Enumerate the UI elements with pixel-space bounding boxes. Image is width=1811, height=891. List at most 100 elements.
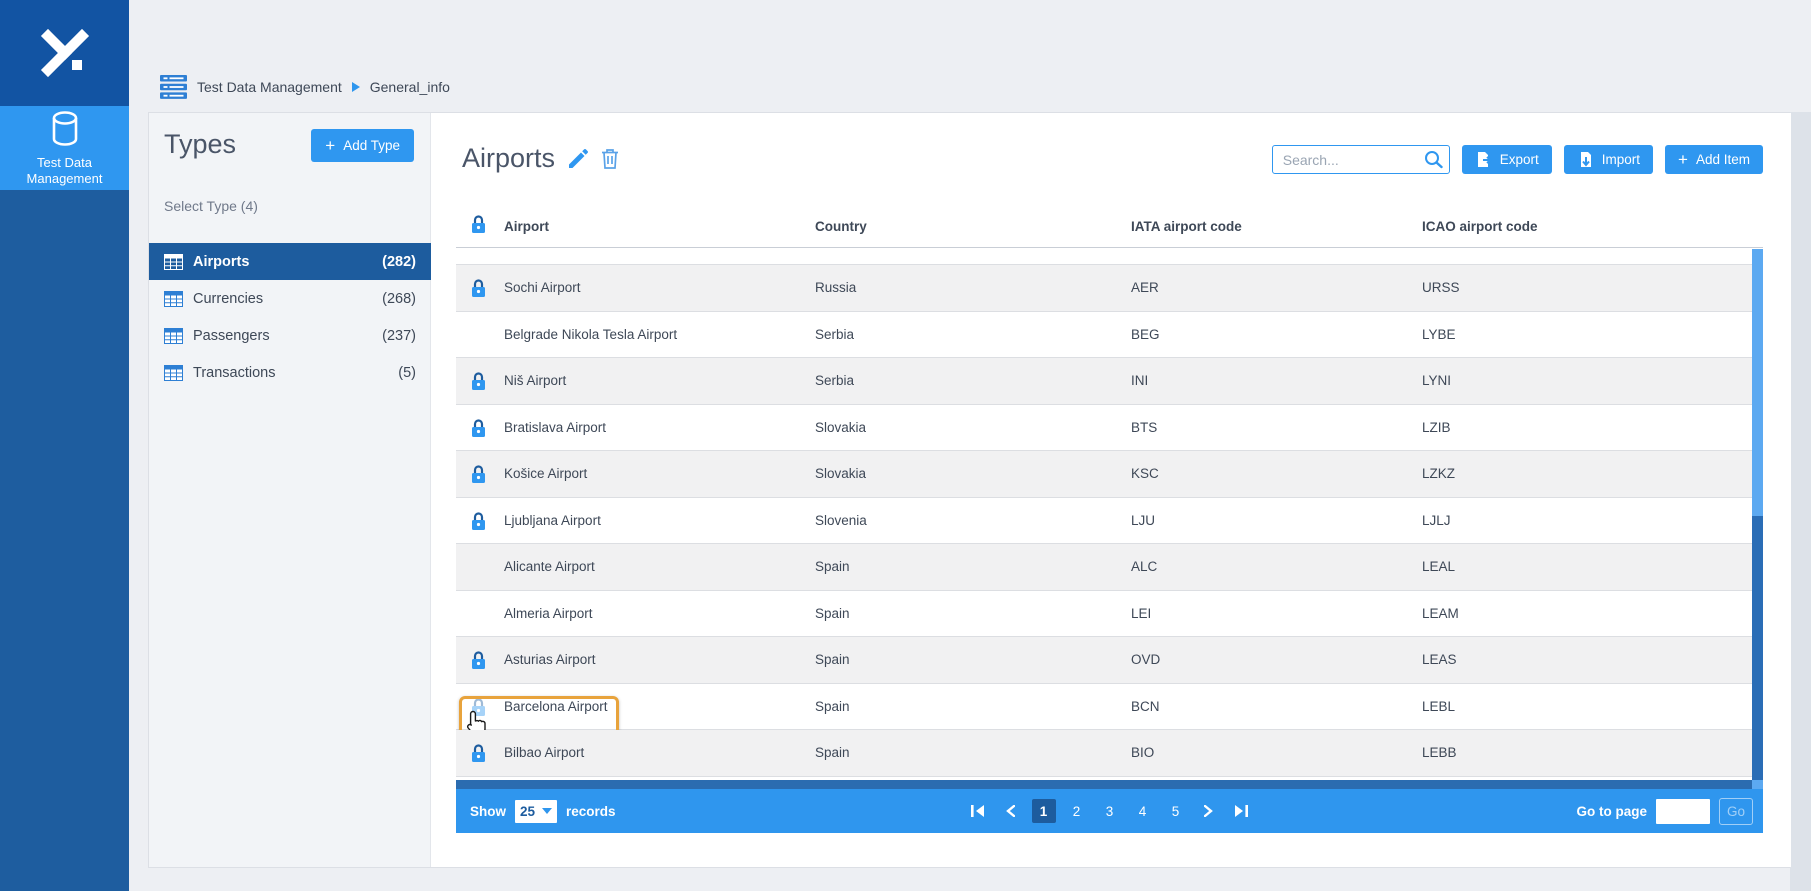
cell-icao: LEBL bbox=[1422, 699, 1455, 714]
sidebar-item-passengers[interactable]: Passengers(237) bbox=[149, 317, 431, 354]
delete-type-button[interactable] bbox=[601, 148, 619, 169]
col-header-iata[interactable]: IATA airport code bbox=[1131, 219, 1242, 234]
last-page-icon[interactable] bbox=[1230, 799, 1254, 823]
cell-iata: LJU bbox=[1131, 513, 1155, 528]
next-page-icon[interactable] bbox=[1197, 799, 1221, 823]
search-icon[interactable] bbox=[1424, 150, 1443, 169]
cell-icao: LZIB bbox=[1422, 420, 1451, 435]
breadcrumb-item-root[interactable]: Test Data Management bbox=[197, 79, 342, 95]
lock-icon[interactable] bbox=[471, 512, 486, 531]
col-header-country[interactable]: Country bbox=[815, 219, 867, 234]
table-icon bbox=[164, 328, 183, 344]
table-row[interactable]: Alicante AirportSpainALCLEAL bbox=[456, 544, 1752, 591]
export-icon bbox=[1475, 151, 1492, 168]
table-row[interactable]: Košice AirportSlovakiaKSCLZKZ bbox=[456, 451, 1752, 498]
add-item-button[interactable]: + Add Item bbox=[1665, 145, 1763, 174]
pager: 12345 bbox=[966, 799, 1254, 823]
cell-country: Russia bbox=[815, 280, 856, 295]
table-horizontal-scrollbar[interactable] bbox=[456, 780, 1752, 789]
table-row[interactable]: Asturias AirportSpainOVDLEAS bbox=[456, 637, 1752, 684]
cell-icao: LYNI bbox=[1422, 373, 1451, 388]
app-logo[interactable] bbox=[0, 0, 129, 106]
page-number-1[interactable]: 1 bbox=[1032, 799, 1056, 823]
table-row[interactable]: Barcelona AirportSpainBCNLEBL bbox=[456, 684, 1752, 731]
sidebar-item-airports[interactable]: Airports(282) bbox=[149, 243, 431, 280]
cell-airport: Ljubljana Airport bbox=[504, 513, 601, 528]
lock-icon[interactable] bbox=[471, 651, 486, 670]
previous-page-icon[interactable] bbox=[999, 799, 1023, 823]
import-button[interactable]: Import bbox=[1564, 145, 1653, 174]
app-logo-icon bbox=[39, 27, 91, 79]
page-number-3[interactable]: 3 bbox=[1098, 799, 1122, 823]
pagination-bar: Show 25 records 12345 Go to page Go bbox=[456, 789, 1763, 833]
lock-icon[interactable] bbox=[471, 744, 486, 763]
table-row[interactable]: Almeria AirportSpainLEILEAM bbox=[456, 591, 1752, 638]
cell-iata: KSC bbox=[1131, 466, 1159, 481]
export-button[interactable]: Export bbox=[1462, 145, 1552, 174]
lock-icon[interactable] bbox=[471, 372, 486, 391]
type-label: Currencies bbox=[193, 291, 263, 307]
cell-airport: Košice Airport bbox=[504, 466, 587, 481]
lock-icon[interactable] bbox=[471, 215, 486, 234]
cell-airport: Bratislava Airport bbox=[504, 420, 606, 435]
cell-iata: BTS bbox=[1131, 420, 1157, 435]
sidebar-item-currencies[interactable]: Currencies(268) bbox=[149, 280, 431, 317]
page-number-5[interactable]: 5 bbox=[1164, 799, 1188, 823]
edit-type-button[interactable] bbox=[567, 148, 589, 170]
breadcrumb-arrow-icon bbox=[352, 82, 360, 92]
page-size-select[interactable]: 25 bbox=[515, 800, 557, 823]
page-number-4[interactable]: 4 bbox=[1131, 799, 1155, 823]
table-row[interactable]: Ljubljana AirportSloveniaLJULJLJ bbox=[456, 498, 1752, 545]
table-row[interactable]: Niš AirportSerbiaINILYNI bbox=[456, 358, 1752, 405]
cell-iata: BIO bbox=[1131, 745, 1154, 760]
show-label: Show bbox=[470, 804, 506, 819]
window-scroll-strip[interactable] bbox=[1790, 112, 1811, 891]
table-row[interactable]: Bratislava AirportSlovakiaBTSLZIB bbox=[456, 405, 1752, 452]
col-header-icao[interactable]: ICAO airport code bbox=[1422, 219, 1538, 234]
go-button[interactable]: Go bbox=[1719, 798, 1753, 825]
scrollbar-thumb[interactable] bbox=[1752, 516, 1763, 781]
trash-icon bbox=[601, 148, 619, 169]
cell-country: Slovakia bbox=[815, 466, 866, 481]
cell-country: Spain bbox=[815, 606, 850, 621]
type-count: (237) bbox=[382, 328, 416, 344]
goto-page-control: Go to page Go bbox=[1576, 798, 1753, 825]
chevron-down-icon bbox=[542, 808, 552, 814]
cell-airport: Almeria Airport bbox=[504, 606, 593, 621]
cell-iata: BCN bbox=[1131, 699, 1160, 714]
type-label: Airports bbox=[193, 254, 249, 270]
cell-icao: LYBE bbox=[1422, 327, 1456, 342]
table-body: Sochi AirportRussiaAERURSSBelgrade Nikol… bbox=[456, 249, 1752, 781]
types-panel-title: Types bbox=[164, 129, 236, 160]
page-size-control: Show 25 records bbox=[470, 800, 616, 823]
import-icon bbox=[1577, 151, 1594, 168]
cell-country: Spain bbox=[815, 699, 850, 714]
cell-icao: LJLJ bbox=[1422, 513, 1451, 528]
cell-airport: Bilbao Airport bbox=[504, 745, 584, 760]
page-number-2[interactable]: 2 bbox=[1065, 799, 1089, 823]
table-row[interactable]: Sochi AirportRussiaAERURSS bbox=[456, 265, 1752, 312]
types-panel: Types + Add Type Select Type (4) Airport… bbox=[149, 113, 431, 867]
sidebar-item-test-data-management[interactable]: Test Data Management bbox=[0, 106, 129, 190]
add-type-button[interactable]: + Add Type bbox=[311, 129, 414, 162]
col-header-airport[interactable]: Airport bbox=[504, 219, 549, 234]
cell-airport: Alicante Airport bbox=[504, 559, 595, 574]
table-vertical-scrollbar[interactable] bbox=[1752, 249, 1763, 781]
plus-icon: + bbox=[325, 136, 335, 156]
cell-icao: LEAL bbox=[1422, 559, 1455, 574]
lock-icon[interactable] bbox=[471, 419, 486, 438]
cell-iata: LEI bbox=[1131, 606, 1151, 621]
lock-icon[interactable] bbox=[471, 698, 486, 717]
lock-icon[interactable] bbox=[471, 465, 486, 484]
cell-icao: URSS bbox=[1422, 280, 1460, 295]
lock-icon[interactable] bbox=[471, 279, 486, 298]
goto-page-input[interactable] bbox=[1656, 799, 1710, 824]
search-box bbox=[1272, 145, 1450, 174]
table-row[interactable]: Bilbao AirportSpainBIOLEBB bbox=[456, 730, 1752, 777]
first-page-icon[interactable] bbox=[966, 799, 990, 823]
table-row[interactable]: Belgrade Nikola Tesla AirportSerbiaBEGLY… bbox=[456, 312, 1752, 359]
type-label: Transactions bbox=[193, 365, 275, 381]
cell-country: Serbia bbox=[815, 327, 854, 342]
breadcrumb-item-current[interactable]: General_info bbox=[370, 79, 450, 95]
sidebar-item-transactions[interactable]: Transactions(5) bbox=[149, 354, 431, 391]
